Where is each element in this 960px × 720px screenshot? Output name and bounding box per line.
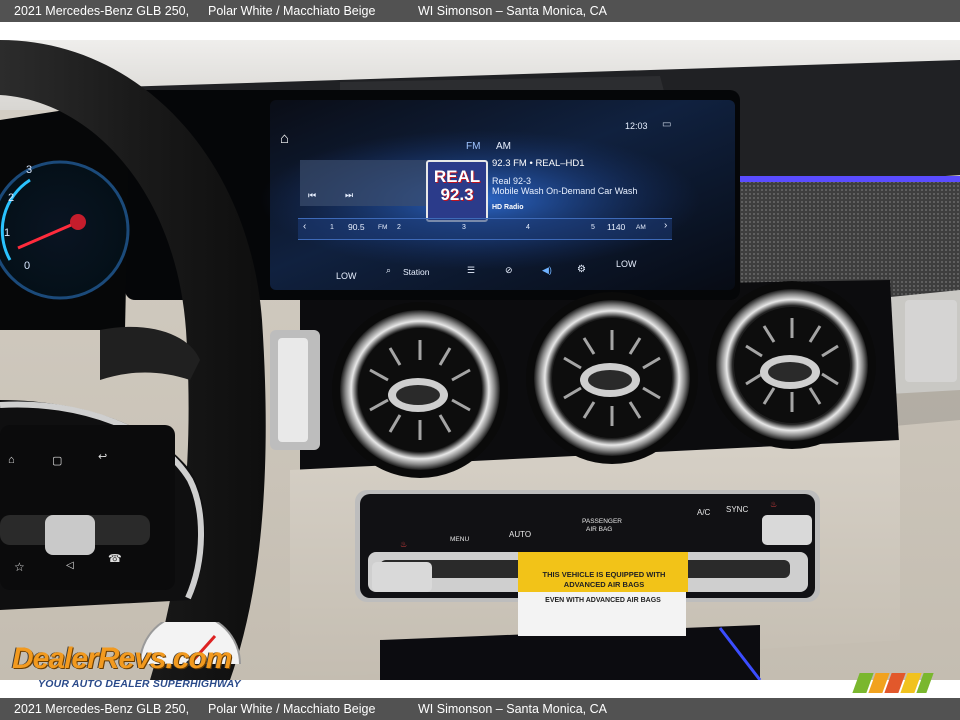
caption-colors-bottom: Polar White / Macchiato Beige xyxy=(208,702,376,716)
preset-1-band: FM xyxy=(378,224,388,231)
skip-forward-icon[interactable]: ⏭ xyxy=(345,190,353,201)
home-icon[interactable]: ⌂ xyxy=(280,130,289,147)
gauge-label-3: 3 xyxy=(26,164,33,176)
message-icon[interactable]: ▭ xyxy=(662,119,671,130)
preset-2-number[interactable]: 2 xyxy=(397,224,401,231)
caption-dealer: WI Simonson – Santa Monica, CA xyxy=(418,4,607,18)
caption-colors: Polar White / Macchiato Beige xyxy=(208,4,376,18)
seat-heat-right-icon[interactable]: ♨ xyxy=(770,500,777,509)
passenger-airbag-label-2: AIR BAG xyxy=(586,526,613,533)
airbag-warning-line1: THIS VEHICLE IS EQUIPPED WITH xyxy=(542,570,666,579)
now-playing: Mobile Wash On-Demand Car Wash xyxy=(492,186,638,196)
airbag-warning-line3: EVEN WITH ADVANCED AIR BAGS xyxy=(545,597,661,604)
band-am-tab[interactable]: AM xyxy=(496,141,511,152)
vent-center xyxy=(526,292,698,464)
wheel-star-icon[interactable]: ☆ xyxy=(14,560,25,574)
gauge-label-1: 1 xyxy=(4,227,11,239)
caption-dealer-bottom: WI Simonson – Santa Monica, CA xyxy=(418,702,607,716)
station-button[interactable]: Station xyxy=(403,267,429,277)
volume-icon[interactable]: ◀) xyxy=(542,265,552,276)
hd-radio-badge: HD Radio xyxy=(492,204,524,211)
screen-clock: 12:03 xyxy=(625,121,648,131)
skip-back-icon[interactable]: ⏮ xyxy=(308,190,316,201)
right-temp-low[interactable]: LOW xyxy=(616,259,637,269)
preset-5-freq[interactable]: 1140 xyxy=(607,222,625,232)
mute-icon[interactable]: ⊘ xyxy=(505,265,513,276)
band-fm-tab[interactable]: FM xyxy=(466,141,480,152)
station-title: 92.3 FM • REAL–HD1 xyxy=(492,158,585,169)
caption-vehicle-bottom: 2021 Mercedes-Benz GLB 250, xyxy=(14,702,190,716)
preset-1-number[interactable]: 1 xyxy=(330,224,334,231)
preset-prev-icon[interactable]: ‹ xyxy=(303,221,306,232)
preset-4-number[interactable]: 4 xyxy=(526,224,530,231)
list-icon[interactable]: ☰ xyxy=(467,265,475,276)
climate-ac-button[interactable]: A/C xyxy=(697,508,710,517)
dealerrevs-watermark: DealerRevs.com YOUR AUTO DEALER SUPERHIG… xyxy=(10,622,270,692)
climate-auto-button[interactable]: AUTO xyxy=(509,530,531,539)
search-icon[interactable]: ⌕ xyxy=(386,265,391,276)
caption-bar-top: 2021 Mercedes-Benz GLB 250, Polar White … xyxy=(0,0,960,22)
gauge-label-0: 0 xyxy=(24,260,31,272)
preset-5-band: AM xyxy=(636,224,646,231)
dealerrevs-tagline: YOUR AUTO DEALER SUPERHIGHWAY xyxy=(38,678,241,690)
station-logo: REAL 92.3 xyxy=(426,160,488,222)
caption-bar-bottom: 2021 Mercedes-Benz GLB 250, Polar White … xyxy=(0,698,960,720)
interior-photo: ⌂ 12:03 ▭ FM AM REAL 92.3 92.3 FM • REAL… xyxy=(0,40,960,680)
wheel-voice-icon[interactable]: ◁ xyxy=(66,560,74,571)
left-temp-low[interactable]: LOW xyxy=(336,271,357,281)
airbag-warning-line2: ADVANCED AIR BAGS xyxy=(563,580,645,589)
station-name: Real 92-3 xyxy=(492,176,532,186)
preset-1-freq[interactable]: 90.5 xyxy=(348,222,365,232)
seat-heat-left-icon[interactable]: ♨ xyxy=(400,540,407,549)
climate-sync-button[interactable]: SYNC xyxy=(726,505,748,514)
stripes-logo xyxy=(852,673,934,693)
caption-vehicle: 2021 Mercedes-Benz GLB 250, xyxy=(14,4,190,18)
dealerrevs-logo-text: DealerRevs.com xyxy=(12,642,232,675)
preset-5-number[interactable]: 5 xyxy=(591,224,595,231)
preset-next-icon[interactable]: › xyxy=(664,220,667,231)
dashboard-illustration xyxy=(0,40,960,680)
wheel-square-icon[interactable]: ▢ xyxy=(52,454,62,467)
passenger-airbag-label-1: PASSENGER xyxy=(582,518,622,525)
wheel-phone-icon[interactable]: ☎ xyxy=(108,552,122,565)
climate-menu-button[interactable]: MENU xyxy=(450,536,469,543)
settings-icon[interactable]: ⚙ xyxy=(577,264,586,275)
vent-right xyxy=(708,281,876,449)
preset-3-number[interactable]: 3 xyxy=(462,224,466,231)
vent-left xyxy=(332,302,508,478)
wheel-home-icon[interactable]: ⌂ xyxy=(8,454,15,466)
gauge-label-2: 2 xyxy=(8,192,15,204)
wheel-back-icon[interactable]: ↩ xyxy=(98,450,107,463)
